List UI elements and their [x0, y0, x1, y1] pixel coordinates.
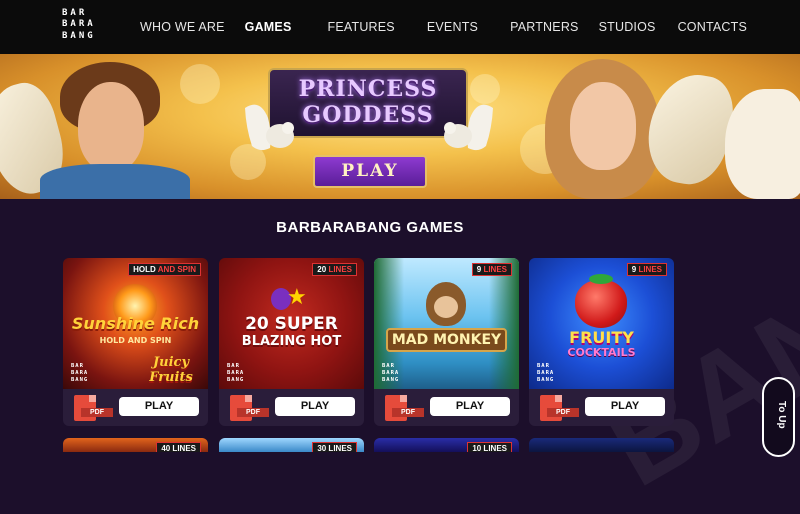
game-thumbnail[interactable]: HOLD AND SPIN Sunshine Rich HOLD AND SPI… — [63, 258, 208, 389]
mini-logo-row: BAR — [537, 363, 550, 369]
mini-logo-row: BAR — [382, 363, 395, 369]
hero-banner: PRINCESS GODDESS PLAY — [0, 54, 800, 199]
mini-logo-row: BANG — [227, 377, 245, 383]
prince-armor — [40, 164, 190, 199]
nav-events[interactable]: EVENTS — [427, 20, 478, 34]
pegasus-wing-right — [641, 67, 739, 191]
nav-contacts[interactable]: CONTACTS — [678, 20, 747, 34]
pegasus-head — [725, 89, 800, 199]
studio-logo: BAR BARA BANG — [382, 363, 410, 384]
nav-features[interactable]: FEATURES — [328, 20, 395, 34]
play-button[interactable]: PLAY — [275, 397, 355, 416]
pdf-label: PDF — [237, 408, 269, 417]
pdf-icon[interactable]: PDF — [540, 395, 579, 421]
card-footer: PDF PLAY — [374, 389, 519, 426]
mini-logo-row: BANG — [382, 377, 400, 383]
logo-row-2: BARA — [62, 19, 96, 30]
nav-studios[interactable]: STUDIOS — [599, 20, 656, 34]
pdf-label: PDF — [547, 408, 579, 417]
badge-text: 20 — [317, 265, 327, 274]
play-button[interactable]: PLAY — [585, 397, 665, 416]
game-card[interactable]: 9 LINES FRUITY COCKTAILS BAR BARA BANG P… — [529, 258, 674, 426]
nav-who-we-are[interactable]: WHO WE ARE — [140, 20, 225, 34]
game-extra-logo: Juicy Fruits — [149, 355, 193, 385]
game-badge: 20 LINES — [312, 263, 357, 276]
card-footer: PDF PLAY — [63, 389, 208, 426]
dove-right-icon — [444, 104, 493, 151]
mini-logo-row: BARA — [537, 370, 555, 376]
badge-text-red: LINES — [328, 265, 352, 274]
mini-logo-row: BAR — [71, 363, 84, 369]
badge-text-red: AND SPIN — [157, 265, 196, 274]
card-footer: PDF PLAY — [529, 389, 674, 426]
logo-row-3: BANG — [62, 30, 96, 41]
pdf-icon[interactable]: PDF — [74, 395, 113, 421]
pdf-icon[interactable]: PDF — [385, 395, 424, 421]
game-title: 20 SUPER — [245, 314, 338, 334]
strawberry-icon — [575, 274, 627, 328]
game-subtitle: COCKTAILS — [567, 346, 636, 359]
game-thumbnail[interactable]: 9 LINES FRUITY COCKTAILS BAR BARA BANG — [529, 258, 674, 389]
game-subtitle: BLAZING HOT — [241, 334, 342, 349]
scroll-to-top-label: To Up — [776, 401, 787, 429]
game-subtitle: HOLD AND SPIN — [99, 336, 172, 345]
play-button[interactable]: PLAY — [430, 397, 510, 416]
prince-face — [78, 82, 144, 172]
section-title: BARBARABANG GAMES — [276, 219, 464, 236]
main-nav: WHO WE ARE GAMES FEATURES EVENTS PARTNER… — [130, 0, 757, 54]
game-title: FRUITY — [569, 328, 634, 347]
pdf-label: PDF — [81, 408, 113, 417]
mini-logo-row: BAR — [227, 363, 240, 369]
scroll-to-top-button[interactable]: To Up — [762, 377, 795, 457]
game-title: MAD MONKEY — [386, 328, 507, 352]
badge-text-red: LINES — [483, 265, 507, 274]
star-icon: ★ — [287, 284, 307, 309]
hero-game-logo: PRINCESS GODDESS — [268, 68, 468, 138]
game-badge: 10 LINES — [467, 442, 512, 452]
play-button[interactable]: PLAY — [119, 397, 199, 416]
hero-title: PRINCESS GODDESS — [270, 76, 466, 128]
mini-logo-row: BANG — [537, 377, 555, 383]
studio-logo: BAR BARA BANG — [537, 363, 565, 384]
barbarabang-logo[interactable]: BAR BARA BANG — [62, 8, 112, 42]
card-footer: PDF PLAY — [219, 389, 364, 426]
mini-logo-row: BANG — [71, 377, 89, 383]
mini-logo-row: BARA — [382, 370, 400, 376]
bokeh-light — [180, 64, 220, 104]
game-thumbnail[interactable]: 20 LINES ★ 20 SUPER BLAZING HOT BAR BARA… — [219, 258, 364, 389]
badge-text-red: LINES — [638, 265, 662, 274]
game-card[interactable]: HOLD AND SPIN Sunshine Rich HOLD AND SPI… — [63, 258, 208, 426]
nav-games[interactable]: GAMES — [245, 20, 292, 34]
badge-text: 9 — [631, 265, 637, 274]
site-header: BAR BARA BANG WHO WE ARE GAMES FEATURES … — [0, 0, 800, 54]
game-card[interactable]: 20 LINES ★ 20 SUPER BLAZING HOT BAR BARA… — [219, 258, 364, 426]
jungle-leaves — [489, 258, 519, 389]
hero-play-button[interactable]: PLAY — [313, 155, 427, 188]
game-badge: 40 LINES — [156, 442, 201, 452]
badge-text: 9 — [476, 265, 482, 274]
hero-title-line2: GODDESS — [302, 102, 434, 128]
game-badge: 30 LINES — [312, 442, 357, 452]
nav-partners[interactable]: PARTNERS — [510, 20, 579, 34]
pdf-label: PDF — [392, 408, 424, 417]
hero-title-line1: PRINCESS — [298, 76, 438, 102]
game-card[interactable]: 9 LINES MAD MONKEY BAR BARA BANG PDF PLA… — [374, 258, 519, 426]
badge-text: HOLD — [133, 265, 156, 274]
dove-left-icon — [245, 104, 294, 151]
pdf-icon[interactable]: PDF — [230, 395, 269, 421]
logo-row-1: BAR — [62, 8, 88, 18]
studio-logo: BAR BARA BANG — [71, 363, 99, 384]
game-badge: 9 LINES — [471, 263, 512, 276]
game-badge: 9 LINES — [626, 263, 667, 276]
game-title: Sunshine Rich — [71, 314, 200, 333]
mini-logo-row: BARA — [71, 370, 89, 376]
studio-logo: BAR BARA BANG — [227, 363, 255, 384]
monkey-icon — [426, 282, 466, 326]
goddess-face — [570, 82, 636, 170]
mini-logo-row: BARA — [227, 370, 245, 376]
game-badge: HOLD AND SPIN — [128, 263, 201, 276]
game-thumbnail[interactable]: 9 LINES MAD MONKEY BAR BARA BANG — [374, 258, 519, 389]
